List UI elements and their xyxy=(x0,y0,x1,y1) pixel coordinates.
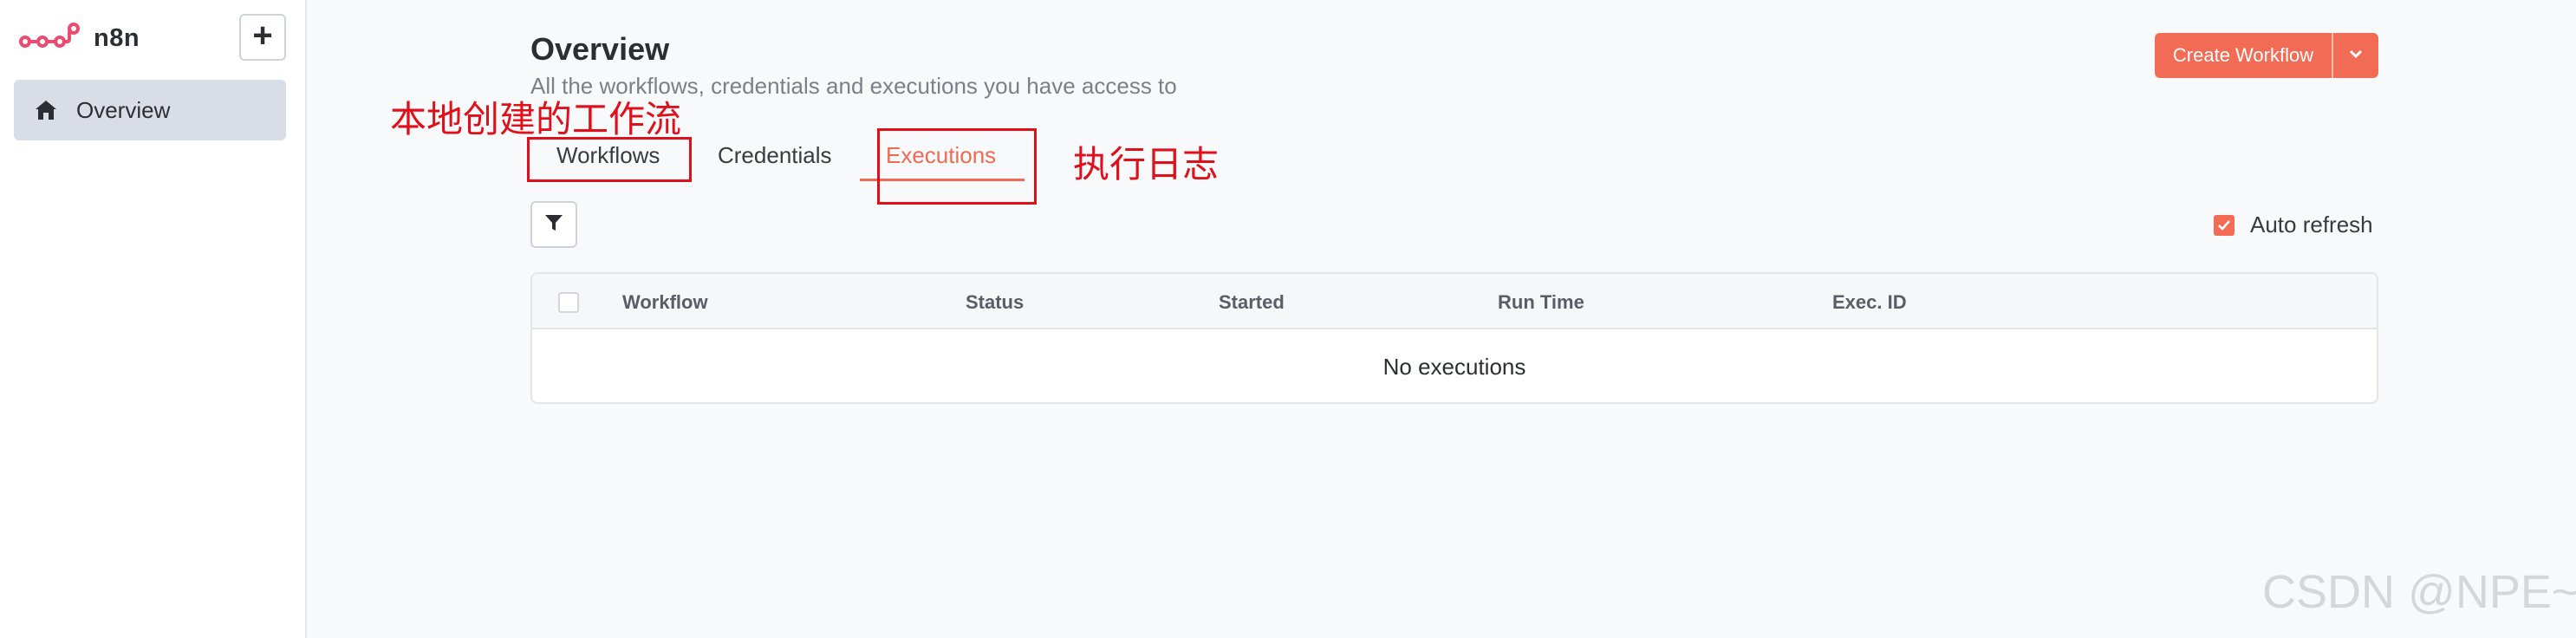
create-workflow-button[interactable]: Create Workflow xyxy=(2155,33,2332,78)
app-window: n8n + Overview Overview All the workflow… xyxy=(0,0,2576,638)
brand[interactable]: n8n xyxy=(19,21,140,55)
auto-refresh-label: Auto refresh xyxy=(2250,212,2373,238)
auto-refresh-checkbox[interactable] xyxy=(2214,214,2234,236)
page-title: Overview xyxy=(530,31,670,67)
column-header-workflow[interactable]: Workflow xyxy=(622,291,708,314)
empty-state-text: No executions xyxy=(1382,354,1526,380)
chevron-down-icon xyxy=(2348,48,2364,63)
create-workflow-dropdown[interactable] xyxy=(2333,33,2378,78)
column-header-run-time[interactable]: Run Time xyxy=(1498,291,1584,314)
select-all-checkbox[interactable] xyxy=(558,292,579,313)
annotation-executions-note: 执行日志 xyxy=(1073,144,1220,185)
watermark: CSDN @NPE~ xyxy=(2262,566,2576,618)
sidebar: n8n + Overview xyxy=(0,0,307,638)
tab-credentials[interactable]: Credentials xyxy=(718,142,832,169)
sidebar-item-label: Overview xyxy=(76,96,171,123)
auto-refresh-toggle[interactable]: Auto refresh xyxy=(2214,212,2373,238)
executions-table: Workflow Status Started Run Time Exec. I… xyxy=(530,272,2378,404)
table-header: Workflow Status Started Run Time Exec. I… xyxy=(532,274,2377,329)
column-header-exec-id[interactable]: Exec. ID xyxy=(1832,291,1907,314)
create-workflow-group: Create Workflow xyxy=(2155,33,2378,78)
plus-icon: + xyxy=(252,16,273,55)
annotation-box-workflows xyxy=(527,137,692,182)
add-button[interactable]: + xyxy=(239,14,286,61)
n8n-logo-icon xyxy=(19,21,80,55)
app-name: n8n xyxy=(94,23,140,52)
column-header-started[interactable]: Started xyxy=(1219,291,1285,314)
column-header-status[interactable]: Status xyxy=(966,291,1024,314)
sidebar-item-overview[interactable]: Overview xyxy=(14,80,286,140)
annotation-box-executions xyxy=(877,128,1037,205)
home-icon xyxy=(33,97,59,123)
annotation-workflows-note: 本地创建的工作流 xyxy=(390,99,682,140)
filter-button[interactable] xyxy=(530,201,577,248)
filter-icon xyxy=(543,212,564,238)
